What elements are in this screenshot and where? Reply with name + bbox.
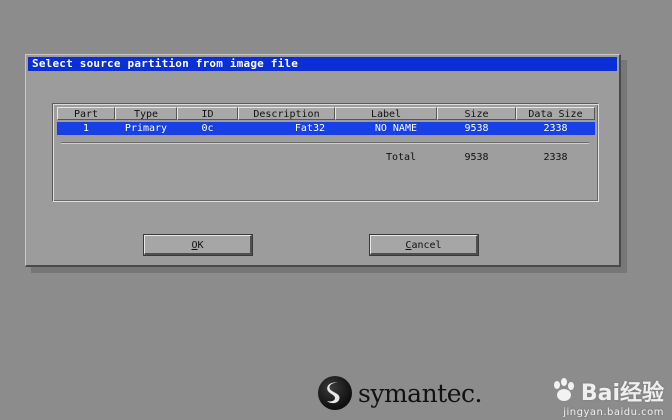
symantec-globe-icon [318,376,352,410]
partition-dialog: Select source partition from image file … [25,54,621,267]
totals-divider [61,142,589,144]
col-label[interactable]: Label [335,107,437,120]
cell-label: NO NAME [374,123,417,134]
cell-part: 1 [82,123,90,134]
symantec-wordmark: symantec. [358,378,482,408]
dialog-title: Select source partition from image file [28,57,617,71]
col-id[interactable]: ID [177,107,238,120]
col-description[interactable]: Description [238,107,335,120]
watermark-main-text: Bai经验 [580,381,664,406]
totals-label: Total [385,152,417,163]
cancel-label-rest: ancel [411,240,442,251]
cell-description: Fat32 [294,123,325,134]
totals-data-size: 2338 [543,152,568,163]
table-header: Part Type ID Description Label Size Data… [57,107,595,120]
ok-label-rest: K [197,240,204,251]
cell-size: 9538 [464,123,489,134]
cell-id: 0c [201,123,214,134]
col-size[interactable]: Size [437,107,516,120]
baidu-watermark: Bai经验 jingyan.baidu.com [549,375,664,418]
col-data-size[interactable]: Data Size [516,107,595,120]
cancel-button[interactable]: Cancel [369,234,479,256]
cell-data-size: 2338 [543,123,568,134]
watermark-url: jingyan.baidu.com [563,407,664,418]
col-type[interactable]: Type [115,107,177,120]
ok-button[interactable]: OK [143,234,253,256]
symantec-logo: symantec. [318,375,482,411]
cell-type: Primary [124,123,168,134]
totals-size: 9538 [464,152,489,163]
col-part[interactable]: Part [57,107,115,120]
partition-table: Part Type ID Description Label Size Data… [52,103,599,202]
paw-icon [553,378,574,401]
table-row[interactable]: 1 Primary 0c Fat32 NO NAME 9538 2338 [57,122,595,135]
